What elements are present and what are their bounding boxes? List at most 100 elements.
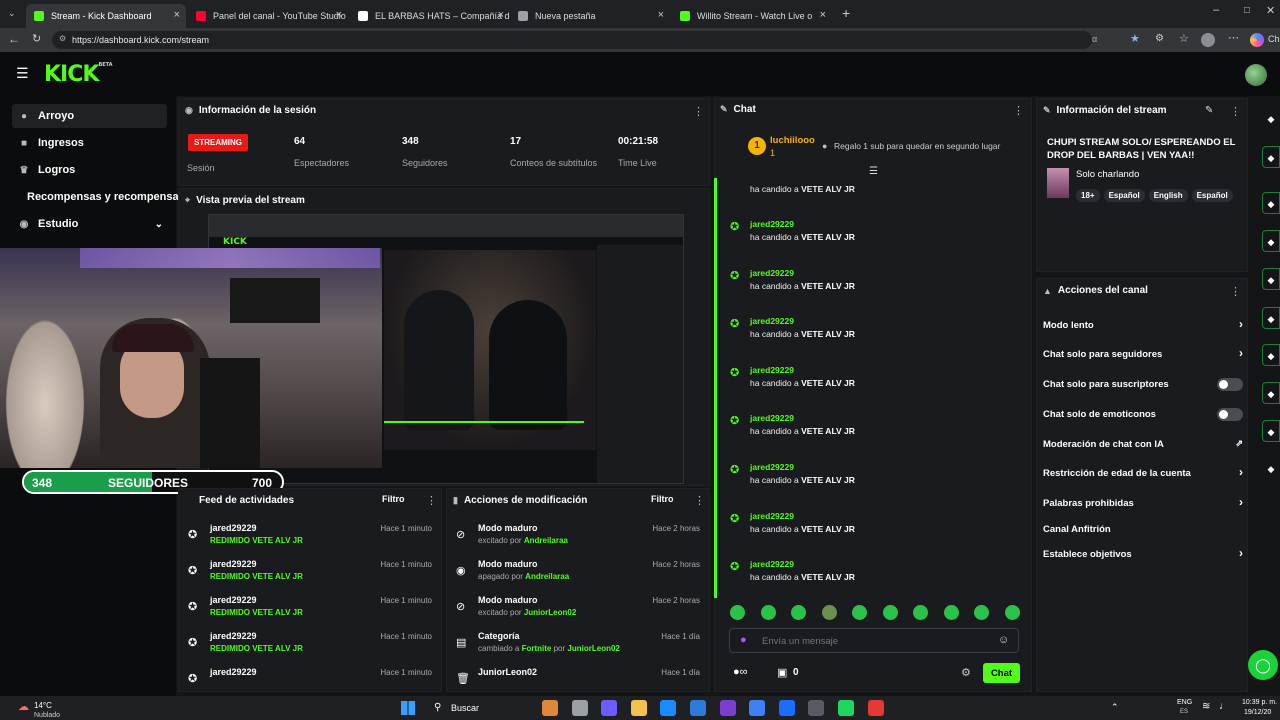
feed-user[interactable]: jared29229 bbox=[210, 667, 257, 677]
emote-icon[interactable] bbox=[913, 605, 928, 620]
tab-list-icon[interactable]: ⌄ bbox=[8, 8, 16, 19]
chat-settings-icon[interactable]: ⚙ bbox=[961, 666, 971, 679]
reload-icon[interactable]: ↻ bbox=[32, 32, 41, 45]
profile-avatar[interactable] bbox=[1201, 33, 1215, 47]
tray-chevron-icon[interactable]: ⌃ bbox=[1111, 702, 1119, 713]
taskbar-app-icon[interactable] bbox=[571, 700, 588, 716]
url-field[interactable]: ⚙ https://dashboard.kick.com/stream bbox=[52, 31, 1092, 49]
mod-filter-button[interactable]: Filtro bbox=[651, 494, 674, 504]
more-menu-icon[interactable]: ⋯ bbox=[1228, 31, 1239, 44]
mod-user[interactable]: Andreilaraa bbox=[525, 572, 569, 581]
chat-message[interactable]: ✪ jared29229 ha candido a VETE ALV JR bbox=[730, 315, 1020, 355]
taskbar-search-label[interactable]: Buscar bbox=[451, 703, 479, 713]
browser-tab[interactable]: Nueva pestaña × bbox=[510, 4, 670, 28]
chat-message[interactable]: ✪ jared29229 ha candido a VETE ALV JR bbox=[730, 218, 1020, 258]
chevron-right-icon[interactable]: › bbox=[1239, 346, 1243, 360]
chat-message[interactable]: ✪ jared29229 ha candido a VETE ALV JR bbox=[730, 510, 1020, 550]
external-link-icon[interactable]: ⇗ bbox=[1235, 438, 1243, 449]
weather-icon[interactable]: ☁ bbox=[18, 700, 29, 713]
tab-close-icon[interactable]: × bbox=[498, 9, 504, 21]
chevron-right-icon[interactable]: › bbox=[1239, 546, 1243, 560]
feed-item[interactable]: ✪ jared29229 REDIMIDO VETE ALV JR Hace 1 mi… bbox=[188, 558, 436, 594]
quick-action-icon[interactable]: ◆ bbox=[1262, 268, 1280, 290]
sidebar-item[interactable]: ♛ Logros bbox=[12, 158, 167, 182]
channel-action-item[interactable]: Moderación de chat con IA ⇗ bbox=[1043, 434, 1243, 454]
channel-action-item[interactable]: Chat solo para seguidores › bbox=[1043, 344, 1243, 364]
chat-message[interactable]: ✪ jared29229 ha candido a VETE ALV JR bbox=[730, 558, 1020, 598]
chat-message-input[interactable] bbox=[762, 633, 992, 649]
taskbar-app-icon[interactable] bbox=[630, 700, 647, 716]
emote-icon[interactable] bbox=[974, 605, 989, 620]
taskbar-app-icon[interactable] bbox=[867, 700, 884, 716]
mod-user[interactable]: JuniorLeon02 bbox=[567, 644, 619, 653]
pinned-gifter-name[interactable]: luchiilooo bbox=[770, 135, 815, 146]
channel-action-item[interactable]: Chat solo para suscriptores bbox=[1043, 374, 1243, 394]
mod-extra[interactable]: Fortnite bbox=[522, 644, 552, 653]
emote-icon[interactable] bbox=[760, 605, 776, 620]
assist-floating-icon[interactable]: ◯ bbox=[1248, 650, 1278, 680]
quick-action-icon[interactable]: ◆ bbox=[1262, 192, 1280, 214]
feed-item[interactable]: ✪ jared29229 REDIMIDO VETE ALV JR Hace 1 mi… bbox=[188, 594, 436, 630]
mod-user[interactable]: JuniorLeon02 bbox=[524, 608, 576, 617]
taskbar-app-icon[interactable] bbox=[660, 700, 677, 716]
stream-tag[interactable]: 18+ bbox=[1076, 189, 1100, 202]
mod-more-icon[interactable]: ⋮ bbox=[694, 494, 705, 507]
feed-filter-button[interactable]: Filtro bbox=[382, 494, 405, 504]
site-info-icon[interactable]: ⚙ bbox=[59, 34, 66, 43]
chat-message[interactable]: ✪ jared29229 ha candido a VETE ALV JR bbox=[730, 461, 1020, 501]
wifi-icon[interactable]: ≋ bbox=[1202, 701, 1210, 712]
minimize-icon[interactable]: – bbox=[1213, 4, 1219, 16]
quick-action-icon[interactable]: ◆ bbox=[1262, 108, 1280, 130]
taskbar-app-icon[interactable] bbox=[601, 700, 618, 716]
chat-username[interactable]: jared29229 bbox=[750, 559, 794, 569]
sidebar-item[interactable]: ■ Ingresos bbox=[12, 131, 167, 155]
mod-item[interactable]: ▤ Categoría cambiado a Fortnite por Junior… bbox=[456, 630, 704, 666]
stream-info-more-icon[interactable]: ⋮ bbox=[1230, 105, 1241, 118]
channel-action-item[interactable]: Restricción de edad de la cuenta › bbox=[1043, 463, 1243, 483]
quick-action-icon[interactable]: ◆ bbox=[1262, 382, 1280, 404]
taskbar-app-icon[interactable] bbox=[749, 700, 766, 716]
quick-action-icon[interactable]: ◆ bbox=[1262, 307, 1280, 329]
user-avatar[interactable] bbox=[1245, 64, 1267, 86]
new-tab-button[interactable]: + bbox=[842, 5, 850, 21]
emote-icon[interactable] bbox=[852, 605, 867, 620]
chat-username[interactable]: jared29229 bbox=[750, 511, 794, 521]
extensions-icon[interactable]: ⚙ bbox=[1155, 33, 1164, 44]
feed-item[interactable]: ✪ jared29229 Hace 1 minuto bbox=[188, 666, 436, 684]
stream-tag[interactable]: English bbox=[1148, 189, 1188, 202]
chevron-right-icon[interactable]: › bbox=[1239, 317, 1243, 331]
sidebar-item[interactable]: Recompensas y recompensas bbox=[12, 185, 185, 209]
stream-tag[interactable]: Español bbox=[1191, 189, 1233, 202]
emote-icon[interactable] bbox=[1004, 605, 1020, 620]
emote-icon[interactable] bbox=[882, 605, 898, 620]
feed-user[interactable]: jared29229 bbox=[210, 559, 257, 569]
mod-item[interactable]: ⊘ Modo maduro excitado por JuniorLeon02 Hac… bbox=[456, 594, 704, 630]
store-icon[interactable]: ▣ bbox=[777, 666, 787, 679]
emoji-icon[interactable]: ☺ bbox=[998, 634, 1009, 646]
chat-username[interactable]: jared29229 bbox=[750, 413, 794, 423]
feed-item[interactable]: ✪ jared29229 REDIMIDO VETE ALV JR Hace 1 mi… bbox=[188, 630, 436, 666]
start-icon[interactable] bbox=[401, 701, 415, 715]
mic-icon[interactable]: ● bbox=[740, 634, 747, 646]
sidebar-item[interactable]: ◉ Estudio ⌄ bbox=[12, 212, 167, 236]
volume-icon[interactable]: ♩ bbox=[1219, 701, 1229, 712]
channel-action-item[interactable]: Palabras prohibidas › bbox=[1043, 493, 1243, 513]
mod-user[interactable]: Andreilaraa bbox=[524, 536, 568, 545]
tab-close-icon[interactable]: × bbox=[658, 9, 664, 21]
send-chat-button[interactable]: Chat bbox=[983, 663, 1020, 683]
browser-tab[interactable]: Willito Stream - Watch Live o × bbox=[672, 4, 832, 28]
chat-message[interactable]: ✪ jared29229 ha candido a VETE ALV JR bbox=[730, 267, 1020, 307]
feed-user[interactable]: jared29229 bbox=[210, 631, 257, 641]
chat-message[interactable]: ✪ jared29229 ha candido a VETE ALV JR bbox=[730, 364, 1020, 404]
browser-tab[interactable]: Panel del canal - YouTube Studio × bbox=[188, 4, 348, 28]
channel-action-item[interactable]: Chat solo de emoticonos bbox=[1043, 404, 1243, 424]
mod-item[interactable]: ◉ Modo maduro apagado por Andreilaraa Hace … bbox=[456, 558, 704, 594]
quick-action-icon[interactable]: ◆ bbox=[1262, 420, 1280, 442]
tab-close-icon[interactable]: × bbox=[174, 9, 180, 21]
chevron-right-icon[interactable]: › bbox=[1239, 495, 1243, 509]
quick-action-icon[interactable]: ◆ bbox=[1262, 458, 1280, 480]
copilot-icon[interactable] bbox=[1250, 33, 1264, 47]
feed-item[interactable]: ✪ jared29229 REDIMIDO VETE ALV JR Hace 1 mi… bbox=[188, 522, 436, 558]
stream-tag[interactable]: Español bbox=[1103, 189, 1145, 202]
chevron-right-icon[interactable]: › bbox=[1239, 465, 1243, 479]
